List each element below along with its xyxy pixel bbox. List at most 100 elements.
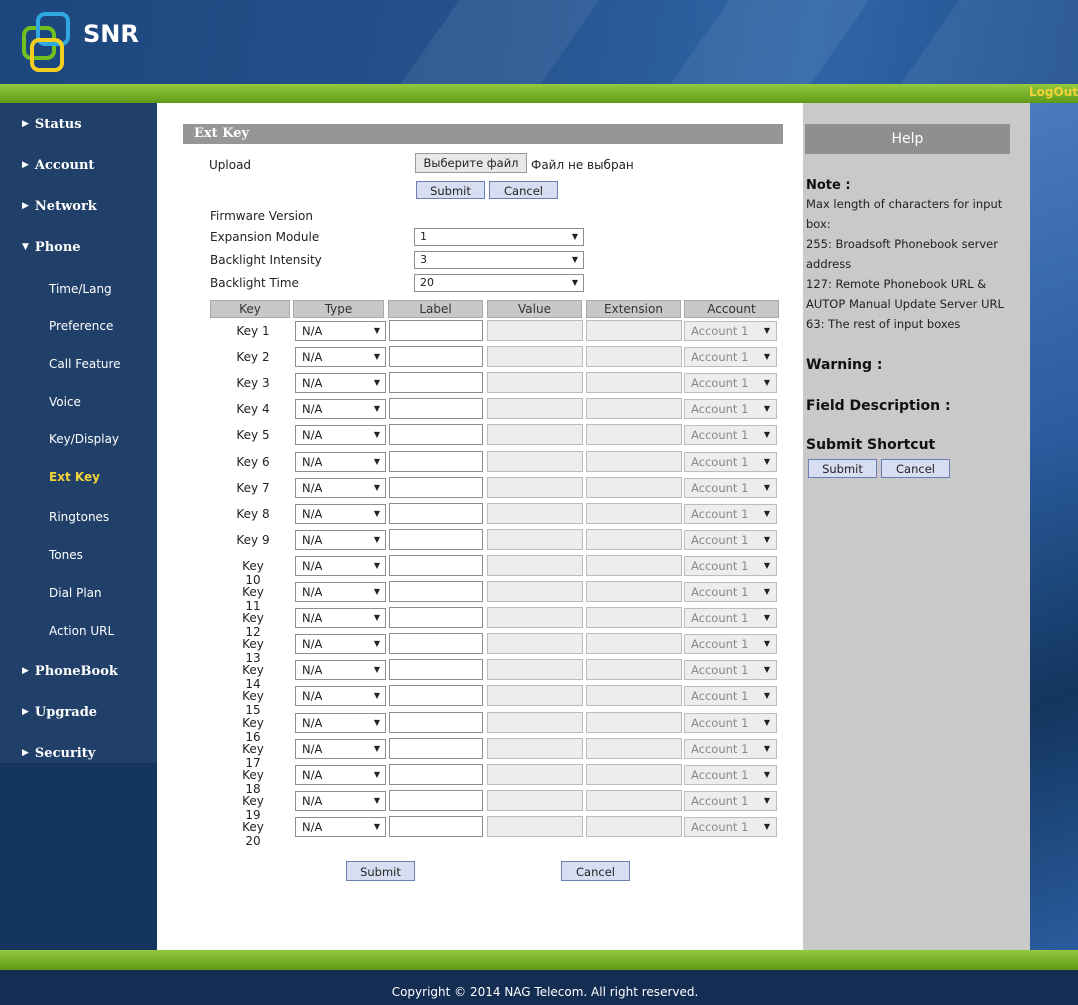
label-input[interactable] — [389, 529, 483, 550]
file-status-text: Файл не выбран — [531, 158, 634, 172]
value-input — [487, 424, 583, 445]
caret-down-icon: ▼ — [763, 613, 770, 622]
extension-input — [586, 424, 682, 445]
label-input[interactable] — [389, 451, 483, 472]
extension-input — [586, 764, 682, 785]
sidebar-item-upgrade[interactable]: ▶ Upgrade — [22, 705, 97, 720]
label-input[interactable] — [389, 503, 483, 524]
submit-button[interactable]: Submit — [346, 861, 415, 881]
upload-label: Upload — [209, 158, 252, 172]
label-input[interactable] — [389, 320, 483, 341]
right-decoration — [1030, 103, 1078, 950]
help-cancel-button[interactable]: Cancel — [881, 459, 950, 478]
label-input[interactable] — [389, 816, 483, 837]
sidebar-item-action-url[interactable]: Action URL — [49, 624, 114, 638]
select-value: Account 1 — [691, 716, 749, 730]
type-select[interactable]: N/A ▼ — [295, 556, 386, 576]
caret-down-icon: ▼ — [763, 430, 770, 439]
account-select: Account 1 ▼ — [684, 686, 777, 706]
label-input[interactable] — [389, 659, 483, 680]
select-value: Account 1 — [691, 820, 749, 834]
extension-input — [586, 738, 682, 759]
type-select[interactable]: N/A ▼ — [295, 634, 386, 654]
logo-text: SNR — [83, 20, 139, 48]
label-input[interactable] — [389, 424, 483, 445]
upload-submit-button[interactable]: Submit — [416, 181, 485, 199]
expansion-module-select[interactable]: 1 ▼ — [414, 228, 584, 246]
sidebar-item-ext-key[interactable]: Ext Key — [49, 470, 100, 484]
type-select[interactable]: N/A ▼ — [295, 373, 386, 393]
sidebar-item-preference[interactable]: Preference — [49, 319, 113, 333]
select-value: N/A — [302, 611, 323, 625]
type-select[interactable]: N/A ▼ — [295, 817, 386, 837]
sidebar-item-account[interactable]: ▶ Account — [22, 158, 94, 173]
caret-down-icon: ▼ — [763, 744, 770, 753]
upload-cancel-button[interactable]: Cancel — [489, 181, 558, 199]
sidebar-item-phone[interactable]: ▼ Phone — [22, 240, 81, 255]
select-value: N/A — [302, 689, 323, 703]
triangle-right-icon: ▶ — [22, 119, 29, 129]
type-select[interactable]: N/A ▼ — [295, 399, 386, 419]
type-select[interactable]: N/A ▼ — [295, 425, 386, 445]
type-select[interactable]: N/A ▼ — [295, 608, 386, 628]
label-input[interactable] — [389, 346, 483, 367]
cancel-button[interactable]: Cancel — [561, 861, 630, 881]
sidebar-item-network[interactable]: ▶ Network — [22, 199, 97, 214]
account-select: Account 1 ▼ — [684, 582, 777, 602]
label-input[interactable] — [389, 738, 483, 759]
select-value: N/A — [302, 376, 323, 390]
type-select[interactable]: N/A ▼ — [295, 530, 386, 550]
select-value: Account 1 — [691, 402, 749, 416]
label-input[interactable] — [389, 555, 483, 576]
sidebar-item-label: Network — [34, 199, 97, 214]
type-select[interactable]: N/A ▼ — [295, 791, 386, 811]
account-select: Account 1 ▼ — [684, 399, 777, 419]
logout-link[interactable]: LogOut — [1029, 85, 1078, 99]
key-label: Key 5 — [236, 428, 270, 442]
label-input[interactable] — [389, 581, 483, 602]
type-select[interactable]: N/A ▼ — [295, 321, 386, 341]
label-input[interactable] — [389, 633, 483, 654]
type-select[interactable]: N/A ▼ — [295, 765, 386, 785]
caret-down-icon: ▼ — [373, 718, 380, 727]
caret-down-icon: ▼ — [373, 770, 380, 779]
sidebar-item-call-feature[interactable]: Call Feature — [49, 357, 121, 371]
sidebar-item-tones[interactable]: Tones — [49, 548, 83, 562]
sidebar-item-security[interactable]: ▶ Security — [22, 746, 95, 761]
backlight-intensity-select[interactable]: 3 ▼ — [414, 251, 584, 269]
label-input[interactable] — [389, 372, 483, 393]
choose-file-button[interactable]: Выберите файл — [415, 153, 527, 173]
type-select[interactable]: N/A ▼ — [295, 686, 386, 706]
type-select[interactable]: N/A ▼ — [295, 739, 386, 759]
label-input[interactable] — [389, 790, 483, 811]
caret-down-icon: ▼ — [571, 232, 578, 241]
caret-down-icon: ▼ — [373, 430, 380, 439]
backlight-time-select[interactable]: 20 ▼ — [414, 274, 584, 292]
type-select[interactable]: N/A ▼ — [295, 478, 386, 498]
type-select[interactable]: N/A ▼ — [295, 452, 386, 472]
help-submit-button[interactable]: Submit — [808, 459, 877, 478]
account-select: Account 1 ▼ — [684, 504, 777, 524]
caret-down-icon: ▼ — [373, 535, 380, 544]
sidebar-item-dial-plan[interactable]: Dial Plan — [49, 586, 102, 600]
select-value: Account 1 — [691, 742, 749, 756]
type-select[interactable]: N/A ▼ — [295, 582, 386, 602]
column-header-extension: Extension — [586, 300, 681, 318]
type-select[interactable]: N/A ▼ — [295, 504, 386, 524]
label-input[interactable] — [389, 712, 483, 733]
sidebar-item-ringtones[interactable]: Ringtones — [49, 510, 109, 524]
label-input[interactable] — [389, 477, 483, 498]
sidebar-item-voice[interactable]: Voice — [49, 395, 81, 409]
type-select[interactable]: N/A ▼ — [295, 660, 386, 680]
type-select[interactable]: N/A ▼ — [295, 347, 386, 367]
sidebar-item-time-lang[interactable]: Time/Lang — [49, 282, 112, 296]
label-input[interactable] — [389, 685, 483, 706]
select-value: Account 1 — [691, 768, 749, 782]
sidebar-item-key-display[interactable]: Key/Display — [49, 432, 119, 446]
sidebar-item-phonebook[interactable]: ▶ PhoneBook — [22, 664, 118, 679]
label-input[interactable] — [389, 607, 483, 628]
label-input[interactable] — [389, 764, 483, 785]
type-select[interactable]: N/A ▼ — [295, 713, 386, 733]
label-input[interactable] — [389, 398, 483, 419]
sidebar-item-status[interactable]: ▶ Status — [22, 117, 82, 132]
